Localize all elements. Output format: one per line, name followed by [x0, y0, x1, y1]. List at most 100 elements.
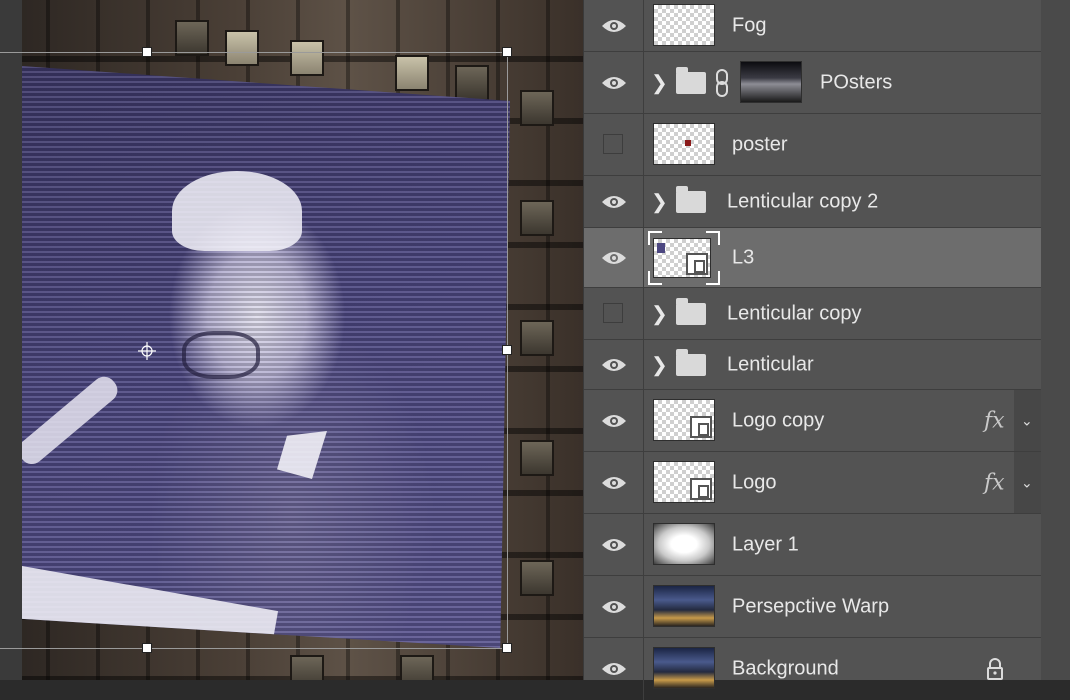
- layer-thumbnail[interactable]: [653, 398, 715, 441]
- visibility-toggle[interactable]: [584, 638, 644, 700]
- building-window: [400, 655, 434, 680]
- document-canvas[interactable]: [0, 0, 583, 680]
- layer-name[interactable]: Lenticular: [727, 353, 814, 376]
- folder-icon: [676, 185, 706, 213]
- poster-microphone: [22, 371, 123, 469]
- lenticular-poster-image[interactable]: [22, 66, 510, 648]
- chevron-right-icon[interactable]: ❯: [651, 301, 668, 326]
- layer-thumbnail[interactable]: [653, 237, 711, 278]
- eye-icon: [602, 76, 626, 89]
- visibility-toggle[interactable]: [584, 288, 644, 339]
- layer-name[interactable]: Logo: [732, 471, 777, 494]
- layer-name[interactable]: Background: [732, 658, 839, 681]
- transform-handle-middle-right[interactable]: [502, 345, 512, 355]
- eye-icon: [602, 663, 626, 675]
- layer-row-logo[interactable]: Logo fx ⌄: [584, 452, 1041, 514]
- building-window: [520, 560, 554, 596]
- link-icon[interactable]: [715, 68, 729, 97]
- poster-podium: [22, 566, 279, 648]
- visibility-toggle[interactable]: [584, 514, 644, 575]
- visibility-off-box[interactable]: [603, 302, 623, 323]
- fx-effects-icon[interactable]: fx: [984, 470, 1005, 495]
- layer-mask-thumbnail[interactable]: [740, 60, 802, 103]
- layer-row-perspective-warp[interactable]: Persepctive Warp: [584, 576, 1041, 638]
- poster-figure-hair: [172, 171, 302, 251]
- layer-name[interactable]: POsters: [820, 71, 892, 94]
- layer-name[interactable]: L3: [732, 246, 754, 269]
- panel-scroll-area[interactable]: [1041, 0, 1070, 680]
- layer-name[interactable]: Fog: [732, 14, 766, 37]
- folder-icon: [676, 66, 706, 94]
- eye-icon: [602, 476, 626, 489]
- layer-thumbnail[interactable]: [653, 647, 715, 689]
- building-window: [520, 440, 554, 476]
- lock-icon[interactable]: [986, 658, 1004, 680]
- layer-row-posters[interactable]: ❯ POsters: [584, 52, 1041, 114]
- layer-row-lenticular-copy[interactable]: ❯ Lenticular copy: [584, 288, 1041, 340]
- building-window: [225, 30, 259, 66]
- visibility-toggle[interactable]: [584, 390, 644, 451]
- building-window: [520, 90, 554, 126]
- layer-thumbnail[interactable]: [653, 584, 715, 627]
- eye-icon: [602, 414, 626, 427]
- visibility-off-box[interactable]: [603, 133, 623, 154]
- layer-row-fog[interactable]: Fog: [584, 0, 1041, 52]
- building-window: [520, 320, 554, 356]
- layer-name[interactable]: Lenticular copy 2: [727, 190, 878, 213]
- visibility-toggle[interactable]: [584, 228, 644, 287]
- transform-handle-top-middle[interactable]: [142, 47, 152, 57]
- building-window: [290, 655, 324, 680]
- layer-row-poster[interactable]: poster: [584, 114, 1041, 176]
- smart-object-icon: [690, 415, 712, 438]
- transform-handle-bottom-middle[interactable]: [142, 643, 152, 653]
- transform-handle-bottom-right[interactable]: [502, 643, 512, 653]
- chevron-right-icon[interactable]: ❯: [651, 352, 668, 377]
- layer-thumbnail[interactable]: [653, 3, 715, 46]
- layer-thumbnail[interactable]: [653, 460, 715, 503]
- layer-name[interactable]: Persepctive Warp: [732, 595, 889, 618]
- building-window: [520, 200, 554, 236]
- visibility-toggle[interactable]: [584, 114, 644, 175]
- eye-icon: [602, 538, 626, 551]
- canvas-pasteboard: [0, 0, 22, 680]
- transform-handle-top-right[interactable]: [502, 47, 512, 57]
- layer-row-lenticular[interactable]: ❯ Lenticular: [584, 340, 1041, 390]
- folder-icon: [676, 297, 706, 325]
- layer-thumbnail[interactable]: [653, 522, 715, 565]
- layer-thumbnail[interactable]: [653, 122, 715, 165]
- effects-expand-toggle[interactable]: ⌄: [1014, 390, 1041, 451]
- visibility-toggle[interactable]: [584, 452, 644, 513]
- layer-name[interactable]: Lenticular copy: [727, 302, 862, 325]
- visibility-toggle[interactable]: [584, 176, 644, 227]
- layer-name[interactable]: poster: [732, 133, 788, 156]
- layer-row-lenticular-copy-2[interactable]: ❯ Lenticular copy 2: [584, 176, 1041, 228]
- eye-icon: [602, 358, 626, 371]
- fx-effects-icon[interactable]: fx: [984, 408, 1005, 433]
- layers-panel: Fog ❯ POsters poster ❯ Lenticular copy 2: [583, 0, 1070, 700]
- smart-object-icon: [690, 477, 712, 500]
- layer-row-background[interactable]: Background: [584, 638, 1041, 700]
- eye-icon: [602, 600, 626, 613]
- crosshair-icon[interactable]: [138, 342, 156, 360]
- layer-name[interactable]: Layer 1: [732, 533, 799, 556]
- visibility-toggle[interactable]: [584, 52, 644, 113]
- layer-row-l3[interactable]: L3: [584, 228, 1041, 288]
- building-window: [175, 20, 209, 56]
- eye-icon: [602, 251, 626, 264]
- poster-figure-pocket-square: [277, 431, 327, 479]
- layer-name[interactable]: Logo copy: [732, 409, 824, 432]
- transform-box-bottom-edge: [0, 648, 507, 649]
- visibility-toggle[interactable]: [584, 0, 644, 51]
- visibility-toggle[interactable]: [584, 576, 644, 637]
- chevron-right-icon[interactable]: ❯: [651, 189, 668, 214]
- effects-expand-toggle[interactable]: ⌄: [1014, 452, 1041, 513]
- layer-row-layer-1[interactable]: Layer 1: [584, 514, 1041, 576]
- thumbnail-mark: [657, 242, 665, 253]
- folder-icon: [676, 348, 706, 376]
- poster-figure-glasses: [182, 331, 260, 379]
- chevron-down-icon: ⌄: [1021, 474, 1033, 490]
- eye-icon: [602, 19, 626, 32]
- visibility-toggle[interactable]: [584, 340, 644, 389]
- chevron-right-icon[interactable]: ❯: [651, 70, 668, 95]
- layer-row-logo-copy[interactable]: Logo copy fx ⌄: [584, 390, 1041, 452]
